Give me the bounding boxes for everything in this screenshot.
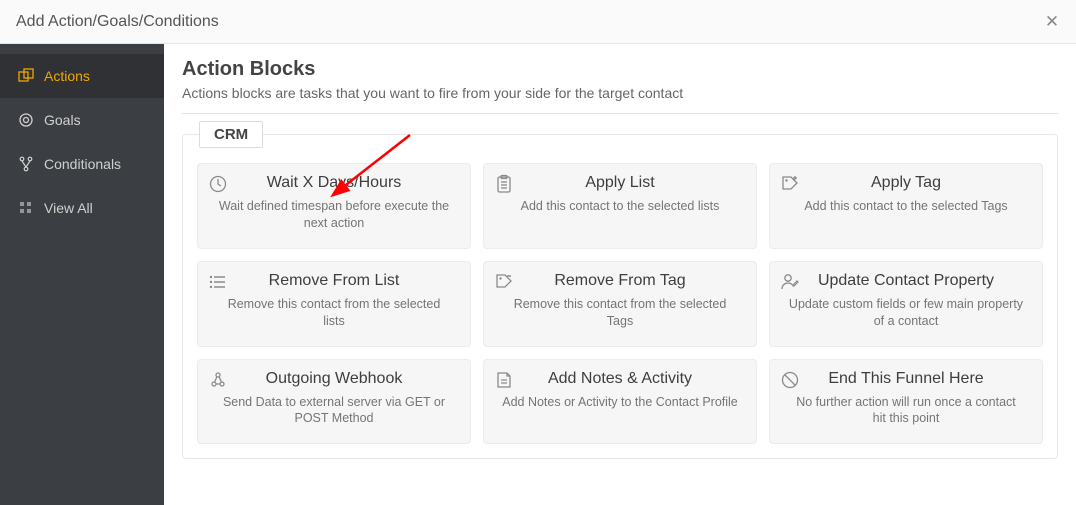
section-title: Action Blocks bbox=[182, 58, 1058, 81]
sidebar-item-conditionals[interactable]: Conditionals bbox=[0, 142, 164, 186]
card-desc: Remove this contact from the selected Ta… bbox=[496, 296, 744, 330]
target-icon bbox=[18, 112, 34, 128]
clipboard-list-icon bbox=[494, 174, 514, 194]
crm-group: CRM Wait X Days/Hours Wait defined times… bbox=[182, 134, 1058, 459]
card-title: End This Funnel Here bbox=[782, 370, 1030, 388]
card-apply-list[interactable]: Apply List Add this contact to the selec… bbox=[483, 163, 757, 249]
card-desc: Send Data to external server via GET or … bbox=[210, 394, 458, 428]
card-title: Outgoing Webhook bbox=[210, 370, 458, 388]
sidebar-item-label: Conditionals bbox=[44, 156, 121, 172]
card-remove-from-tag[interactable]: Remove From Tag Remove this contact from… bbox=[483, 261, 757, 347]
main-panel: Action Blocks Actions blocks are tasks t… bbox=[164, 44, 1076, 505]
card-title: Remove From Tag bbox=[496, 272, 744, 290]
card-outgoing-webhook[interactable]: Outgoing Webhook Send Data to external s… bbox=[197, 359, 471, 445]
branch-icon bbox=[18, 156, 34, 172]
card-desc: Update custom fields or few main propert… bbox=[782, 296, 1030, 330]
tag-plus-icon bbox=[780, 174, 800, 194]
close-icon: ✕ bbox=[1045, 12, 1059, 32]
user-edit-icon bbox=[780, 272, 800, 292]
card-remove-from-list[interactable]: Remove From List Remove this contact fro… bbox=[197, 261, 471, 347]
card-desc: Wait defined timespan before execute the… bbox=[210, 198, 458, 232]
sidebar-item-label: View All bbox=[44, 200, 93, 216]
modal-body: Actions Goals Conditionals View All Acti… bbox=[0, 44, 1076, 505]
tag-minus-icon bbox=[494, 272, 514, 292]
card-desc: Remove this contact from the selected li… bbox=[210, 296, 458, 330]
card-add-notes-activity[interactable]: Add Notes & Activity Add Notes or Activi… bbox=[483, 359, 757, 445]
sidebar: Actions Goals Conditionals View All bbox=[0, 44, 164, 505]
card-title: Apply Tag bbox=[782, 174, 1030, 192]
clock-icon bbox=[208, 174, 228, 194]
card-title: Wait X Days/Hours bbox=[210, 174, 458, 192]
card-desc: Add Notes or Activity to the Contact Pro… bbox=[496, 394, 744, 411]
card-desc: Add this contact to the selected Tags bbox=[782, 198, 1030, 215]
card-end-funnel[interactable]: End This Funnel Here No further action w… bbox=[769, 359, 1043, 445]
card-wait-x-days[interactable]: Wait X Days/Hours Wait defined timespan … bbox=[197, 163, 471, 249]
overlap-squares-icon bbox=[18, 68, 34, 84]
sidebar-item-label: Actions bbox=[44, 68, 90, 84]
modal-header: Add Action/Goals/Conditions ✕ bbox=[0, 0, 1076, 44]
sidebar-item-view-all[interactable]: View All bbox=[0, 186, 164, 230]
card-update-contact-property[interactable]: Update Contact Property Update custom fi… bbox=[769, 261, 1043, 347]
divider bbox=[182, 113, 1058, 114]
sidebar-item-goals[interactable]: Goals bbox=[0, 98, 164, 142]
note-icon bbox=[494, 370, 514, 390]
section-subtitle: Actions blocks are tasks that you want t… bbox=[182, 85, 1058, 101]
list-remove-icon bbox=[208, 272, 228, 292]
card-title: Apply List bbox=[496, 174, 744, 192]
card-apply-tag[interactable]: Apply Tag Add this contact to the select… bbox=[769, 163, 1043, 249]
card-title: Update Contact Property bbox=[782, 272, 1030, 290]
modal-title: Add Action/Goals/Conditions bbox=[16, 13, 219, 31]
sidebar-item-label: Goals bbox=[44, 112, 81, 128]
card-title: Remove From List bbox=[210, 272, 458, 290]
sidebar-item-actions[interactable]: Actions bbox=[0, 54, 164, 98]
webhook-icon bbox=[208, 370, 228, 390]
close-button[interactable]: ✕ bbox=[1040, 10, 1064, 34]
crm-group-label: CRM bbox=[199, 121, 263, 148]
no-entry-icon bbox=[780, 370, 800, 390]
card-desc: No further action will run once a contac… bbox=[782, 394, 1030, 428]
card-desc: Add this contact to the selected lists bbox=[496, 198, 744, 215]
grid-icon bbox=[18, 200, 34, 216]
card-title: Add Notes & Activity bbox=[496, 370, 744, 388]
card-grid: Wait X Days/Hours Wait defined timespan … bbox=[197, 163, 1043, 444]
